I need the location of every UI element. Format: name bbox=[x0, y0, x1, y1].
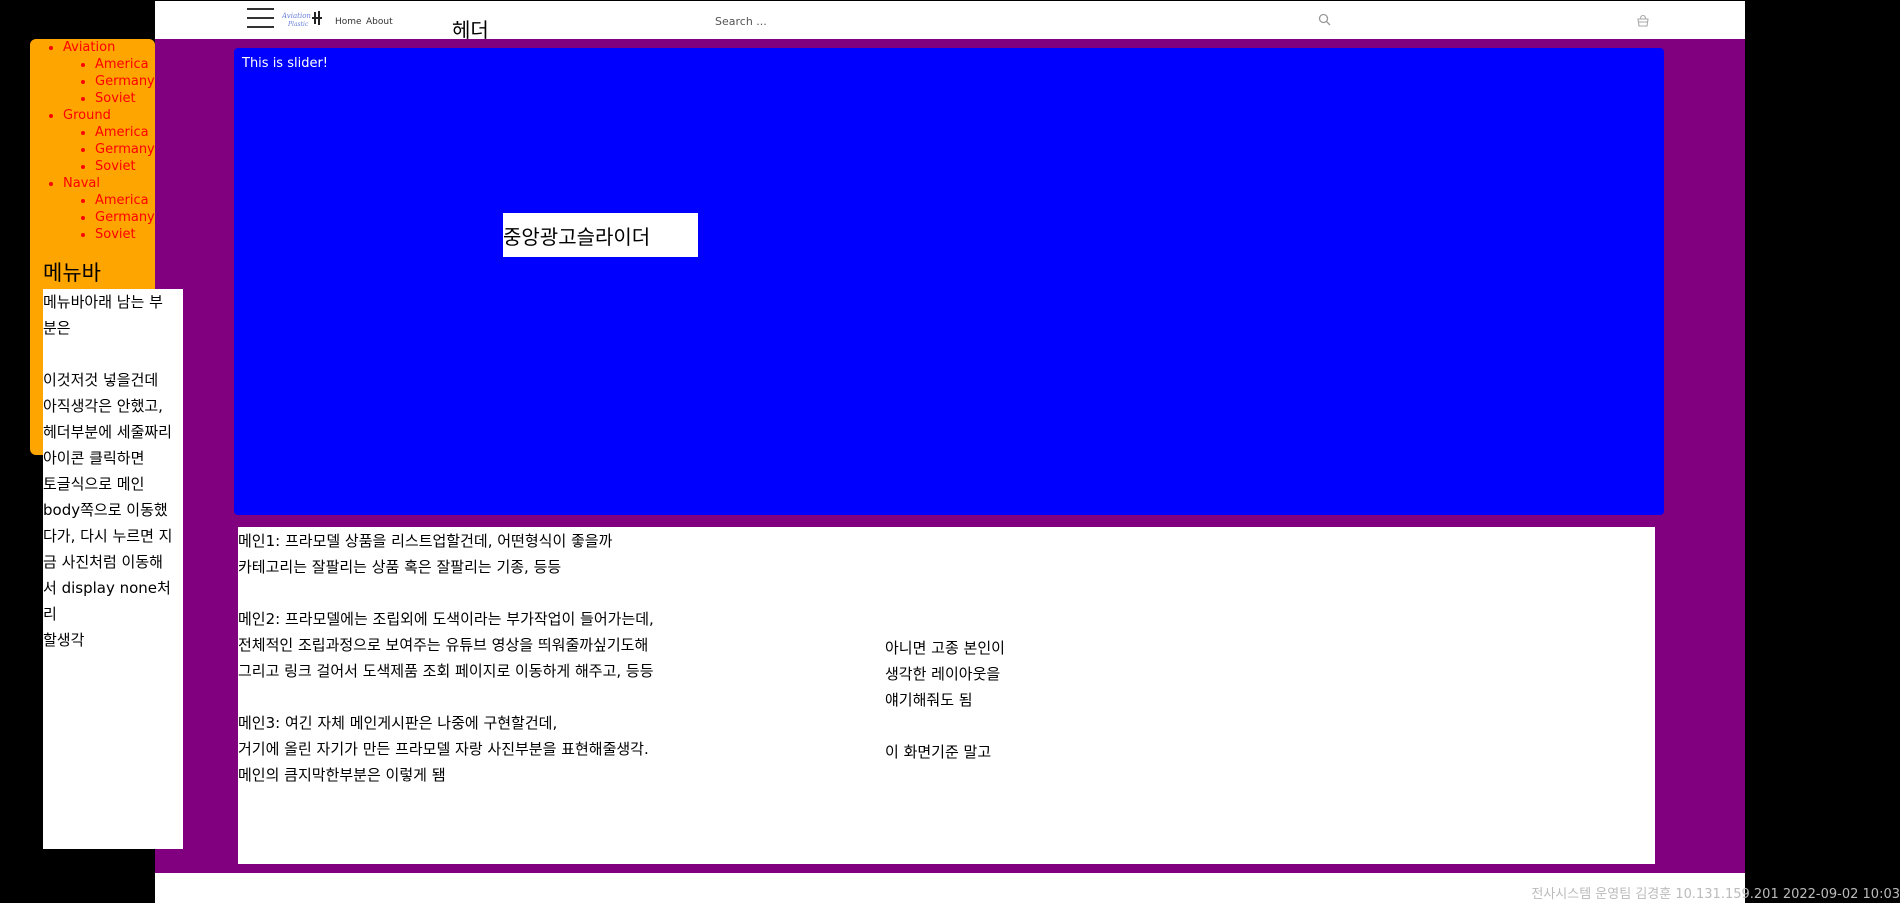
main-content: 메인1: 프라모델 상품을 리스트업할건데, 어떤형식이 좋을까 카테고리는 잘… bbox=[238, 527, 1655, 864]
menu-category-label[interactable]: Aviation bbox=[63, 40, 115, 55]
submenu-item[interactable]: Soviet bbox=[95, 158, 155, 175]
slider-text: This is slider! bbox=[242, 56, 329, 71]
side-panel-line: body쪽으로 이동했 bbox=[43, 501, 168, 519]
main-line: 메인3: 여긴 자체 메인게시판은 나중에 구현할건데, bbox=[238, 714, 558, 732]
svg-text:Plastic: Plastic bbox=[287, 21, 309, 28]
submenu-item[interactable]: Soviet bbox=[95, 226, 155, 243]
main-line: 아니면 고종 본인이 bbox=[885, 639, 1005, 657]
side-panel-line: 서 display none처리 bbox=[43, 579, 171, 623]
submenu-item[interactable]: America bbox=[95, 124, 155, 141]
submenu-item[interactable]: America bbox=[95, 56, 155, 73]
menubar-title: 메뉴바 bbox=[43, 261, 101, 285]
side-panel: 메뉴바아래 남는 부 분은 이것저것 넣을건데 아직생각은 안했고, 헤더부분에… bbox=[43, 289, 183, 849]
header: Aviation Plastic Home About 헤더 bbox=[155, 0, 1745, 42]
menu-category-label[interactable]: Ground bbox=[63, 108, 111, 123]
side-panel-line: 토글식으로 메인 bbox=[43, 475, 145, 493]
main-line bbox=[885, 713, 1185, 739]
main-slider[interactable]: This is slider! 중앙광고슬라이더 bbox=[234, 48, 1664, 515]
menu-category-label[interactable]: Naval bbox=[63, 176, 100, 191]
search-box bbox=[715, 9, 1335, 33]
footer-bar bbox=[155, 873, 1745, 903]
submenu-item[interactable]: Germany bbox=[95, 141, 155, 158]
side-panel-line: 아이콘 클릭하면 bbox=[43, 449, 145, 467]
main-line: 이 화면기준 말고 bbox=[885, 743, 992, 761]
nav-about-link[interactable]: About bbox=[366, 17, 393, 27]
submenu-item[interactable]: Germany bbox=[95, 73, 155, 90]
submenu-item[interactable]: Soviet bbox=[95, 90, 155, 107]
main-line: 생각한 레이아웃을 bbox=[885, 665, 1001, 683]
sidebar-menu: Aviation America Germany Soviet Ground A… bbox=[63, 39, 155, 243]
main-line bbox=[238, 580, 858, 606]
side-panel-line: 할생각 bbox=[43, 631, 85, 649]
main-line bbox=[238, 684, 858, 710]
svg-text:Aviation: Aviation bbox=[282, 12, 311, 20]
side-panel-line: 다가, 다시 누르면 지 bbox=[43, 527, 173, 545]
main-line: 메인2: 프라모델에는 조립외에 도색이라는 부가작업이 들어가는데, bbox=[238, 610, 654, 628]
side-panel-line: 헤더부분에 세줄짜리 bbox=[43, 423, 172, 441]
search-icon[interactable] bbox=[1317, 12, 1333, 28]
main-right-column: 아니면 고종 본인이 생각한 레이아웃을 얘기해줘도 됨 이 화면기준 말고 bbox=[885, 635, 1185, 765]
side-panel-line: 금 사진처럼 이동해 bbox=[43, 553, 163, 571]
menu-category[interactable]: Ground America Germany Soviet bbox=[63, 107, 155, 175]
main-left-column: 메인1: 프라모델 상품을 리스트업할건데, 어떤형식이 좋을까 카테고리는 잘… bbox=[238, 528, 858, 788]
logo[interactable]: Aviation Plastic bbox=[282, 9, 326, 29]
main-line: 얘기해줘도 됨 bbox=[885, 691, 973, 709]
main-line: 메인의 큼지막한부분은 이렇게 됌 bbox=[238, 766, 446, 784]
side-panel-line: 메뉴바아래 남는 부 bbox=[43, 293, 163, 311]
side-panel-line bbox=[43, 341, 183, 367]
watermark-text: 전사시스템 운영팀 김경훈 10.131.159.201 2022-09-02 … bbox=[1531, 887, 1900, 902]
main-line: 카테고리는 잘팔리는 상품 혹은 잘팔리는 기종, 등등 bbox=[238, 558, 562, 576]
nav-home-link[interactable]: Home bbox=[335, 17, 362, 27]
submenu-item[interactable]: Germany bbox=[95, 209, 155, 226]
main-line: 메인1: 프라모델 상품을 리스트업할건데, 어떤형식이 좋을까 bbox=[238, 532, 613, 550]
header-title: 헤더 bbox=[452, 18, 489, 42]
menu-category[interactable]: Aviation America Germany Soviet bbox=[63, 39, 155, 107]
menu-category[interactable]: Naval America Germany Soviet bbox=[63, 175, 155, 243]
hamburger-menu-icon[interactable] bbox=[247, 8, 274, 30]
side-panel-line: 이것저것 넣을건데 bbox=[43, 371, 159, 389]
main-line: 거기에 올린 자기가 만든 프라모델 자랑 사진부분을 표현해줄생각. bbox=[238, 740, 649, 758]
side-panel-line: 아직생각은 안했고, bbox=[43, 397, 163, 415]
search-input[interactable] bbox=[715, 12, 1155, 30]
main-line: 그리고 링크 걸어서 도색제품 조회 페이지로 이동하게 해주고, 등등 bbox=[238, 662, 654, 680]
slider-ad-label: 중앙광고슬라이더 bbox=[503, 213, 698, 257]
main-line: 전체적인 조립과정으로 보여주는 유튜브 영상을 띄워줄까싶기도해 bbox=[238, 636, 649, 654]
submenu-item[interactable]: America bbox=[95, 192, 155, 209]
side-panel-line: 분은 bbox=[43, 319, 71, 337]
cart-icon[interactable] bbox=[1635, 13, 1651, 29]
